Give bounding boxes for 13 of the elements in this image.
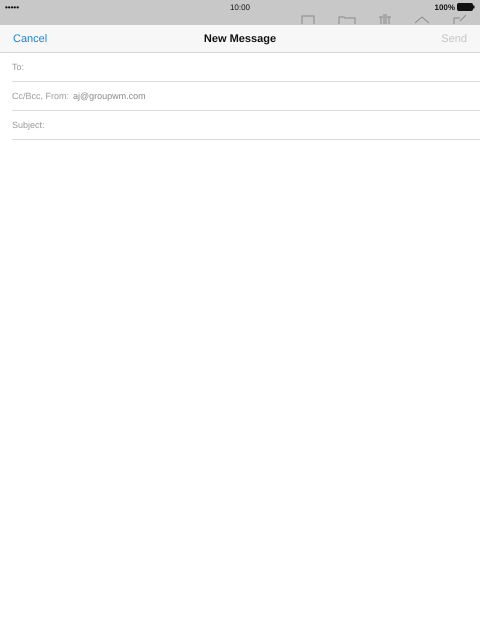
sheet-title: New Message <box>204 32 276 44</box>
status-time: 10:00 <box>230 2 250 12</box>
folder-icon[interactable] <box>338 14 356 24</box>
battery-icon <box>457 3 475 11</box>
compose-icon[interactable] <box>452 14 468 24</box>
field-label: Cc/Bcc, From: <box>12 91 70 101</box>
signal-dots: ••••• <box>5 2 20 12</box>
field-label: To: <box>12 62 24 72</box>
battery-percent: 100% <box>434 2 455 12</box>
cancel-button[interactable]: Cancel <box>13 32 48 44</box>
trash-icon[interactable] <box>378 14 392 24</box>
field-label: Subject: <box>12 120 45 130</box>
field-value[interactable]: aj@groupwm.com <box>73 91 146 101</box>
